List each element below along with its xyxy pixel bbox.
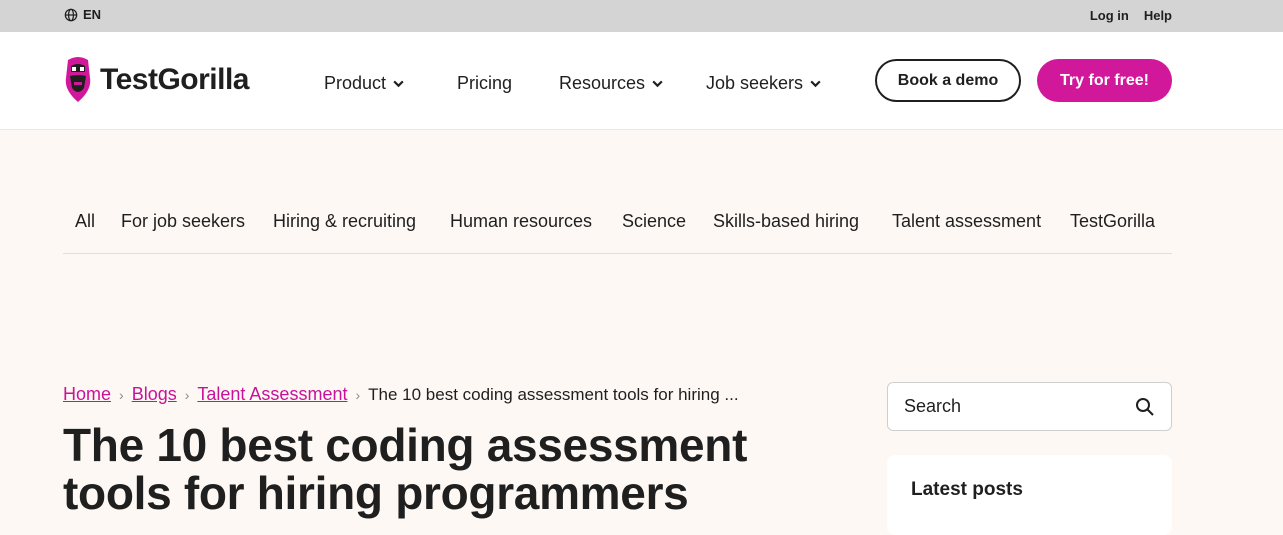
globe-icon [64,8,78,21]
breadcrumb-talent-assessment[interactable]: Talent Assessment [197,384,347,405]
top-utility-bar: EN Log in Help [0,0,1283,32]
gorilla-logo-icon [65,57,91,102]
breadcrumb-current: The 10 best coding assessment tools for … [368,384,739,404]
chevron-down-icon [652,80,663,88]
book-demo-button[interactable]: Book a demo [875,59,1021,102]
breadcrumb-home[interactable]: Home [63,384,111,405]
nav-job-seekers-label: Job seekers [706,73,804,93]
language-code: EN [83,7,102,22]
nav-job-seekers[interactable]: Job seekers [706,73,822,94]
breadcrumb-blogs[interactable]: Blogs [132,384,177,405]
help-link[interactable]: Help [1144,8,1172,23]
search-placeholder: Search [904,396,962,416]
page-title: The 10 best coding assessment tools for … [63,419,748,519]
logo[interactable]: TestGorilla [62,56,249,104]
nav-resources[interactable]: Resources [559,73,664,94]
search-input[interactable]: Search [887,382,1172,431]
category-all[interactable]: All [75,211,95,232]
nav-resources-label: Resources [559,73,646,93]
try-free-button[interactable]: Try for free! [1037,59,1172,102]
category-skills-based-hiring[interactable]: Skills-based hiring [713,211,859,232]
nav-product[interactable]: Product [324,73,405,94]
chevron-down-icon [393,80,404,88]
category-hiring-recruiting[interactable]: Hiring & recruiting [273,211,416,232]
category-testgorilla[interactable]: TestGorilla [1070,211,1155,232]
latest-posts-panel: Latest posts [887,455,1172,535]
nav-pricing-label: Pricing [457,73,513,93]
category-science[interactable]: Science [622,211,686,232]
logo-text: TestGorilla [100,63,249,96]
login-link[interactable]: Log in [1090,8,1129,23]
language-selector[interactable]: EN [64,7,101,22]
chevron-down-icon [810,80,821,88]
search-icon[interactable] [1135,397,1155,417]
breadcrumb: Home › Blogs › Talent Assessment › The 1… [63,384,739,405]
latest-posts-heading: Latest posts [911,479,1023,500]
category-human-resources[interactable]: Human resources [450,211,592,232]
chevron-right-icon: › [184,386,190,403]
category-talent-assessment[interactable]: Talent assessment [892,211,1041,232]
chevron-right-icon: › [355,386,361,403]
nav-product-label: Product [324,73,387,93]
nav-pricing[interactable]: Pricing [457,73,512,94]
category-for-job-seekers[interactable]: For job seekers [121,211,245,232]
chevron-right-icon: › [119,386,124,403]
main-header: TestGorilla Product Pricing Resources Jo… [0,32,1283,130]
category-filter-bar: All For job seekers Hiring & recruiting … [63,200,1172,254]
